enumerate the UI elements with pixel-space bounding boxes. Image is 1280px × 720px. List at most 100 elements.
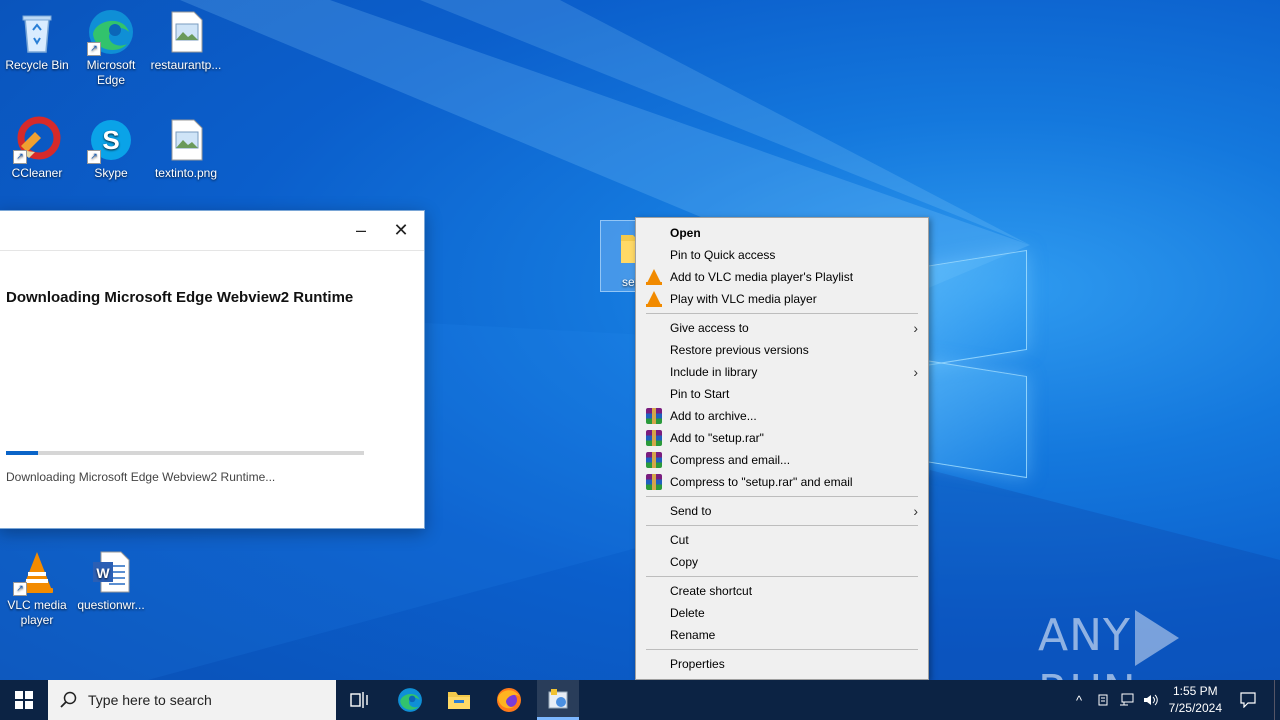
windows-start-icon: [15, 691, 33, 709]
desktop-icon-label: CCleaner: [11, 166, 63, 180]
menu-item-label: Include in library: [670, 365, 758, 379]
menu-separator: [646, 313, 918, 314]
skype-icon: S ↗: [87, 116, 135, 164]
start-button[interactable]: [0, 680, 48, 720]
desktop-icon-label: Microsoft Edge: [86, 58, 136, 87]
menu-item-open[interactable]: Open: [636, 222, 928, 244]
search-placeholder: Type here to search: [88, 692, 212, 708]
tray-app-icon[interactable]: [1092, 680, 1114, 720]
menu-separator: [646, 649, 918, 650]
menu-item-label: Cut: [670, 533, 689, 547]
menu-item-give-access-to[interactable]: Give access to ›: [636, 317, 928, 339]
taskbar-file-explorer-button[interactable]: [437, 680, 481, 720]
recycle-bin-icon: [13, 8, 61, 56]
menu-item-include-in-library[interactable]: Include in library ›: [636, 361, 928, 383]
menu-item-label: Pin to Quick access: [670, 248, 776, 262]
taskbar-edge-button[interactable]: [388, 680, 432, 720]
menu-item-add-to-archive[interactable]: Add to archive...: [636, 405, 928, 427]
menu-item-label: Open: [670, 226, 701, 240]
image-file-icon: [162, 116, 210, 164]
action-center-button[interactable]: [1236, 680, 1260, 720]
shortcut-arrow-icon: ↗: [87, 150, 101, 164]
vlc-icon: [646, 291, 662, 307]
menu-item-add-to-vlc-media-player-s-playlist[interactable]: Add to VLC media player's Playlist: [636, 266, 928, 288]
firefox-icon: [497, 688, 521, 712]
taskbar-clock[interactable]: 1:55 PM 7/25/2024: [1169, 683, 1222, 717]
desktop-icon-label: Skype: [94, 166, 128, 180]
shortcut-arrow-icon: ↗: [13, 582, 27, 596]
desktop-icon-label: questionwr...: [77, 598, 145, 612]
menu-item-label: Copy: [670, 555, 699, 569]
close-button[interactable]: ✕: [381, 211, 421, 250]
play-icon: [1134, 610, 1179, 666]
chevron-right-icon: ›: [913, 320, 918, 336]
volume-icon: [1144, 694, 1158, 706]
menu-item-rename[interactable]: Rename: [636, 624, 928, 646]
menu-item-restore-previous-versions[interactable]: Restore previous versions: [636, 339, 928, 361]
progress-fill: [6, 451, 39, 455]
desktop-icon-restaurant-file[interactable]: restaurantp...: [149, 8, 223, 73]
desktop-icon-label: textinto.png: [154, 166, 218, 180]
window-titlebar[interactable]: – ✕: [0, 211, 424, 251]
shortcut-arrow-icon: ↗: [87, 42, 101, 56]
show-hidden-icons-button[interactable]: ^: [1068, 680, 1090, 720]
word-document-icon: W: [87, 548, 135, 596]
desktop-icon-questionwr[interactable]: W questionwr...: [74, 548, 148, 613]
menu-item-pin-to-quick-access[interactable]: Pin to Quick access: [636, 244, 928, 266]
menu-item-delete[interactable]: Delete: [636, 602, 928, 624]
context-menu: Open Pin to Quick access Add to VLC media …: [635, 217, 929, 680]
menu-item-compress-to-setup-rar-and-email[interactable]: Compress to "setup.rar" and email: [636, 471, 928, 493]
menu-item-play-with-vlc-media-player[interactable]: Play with VLC media player: [636, 288, 928, 310]
menu-item-pin-to-start[interactable]: Pin to Start: [636, 383, 928, 405]
network-icon: [1120, 693, 1134, 706]
show-desktop-button[interactable]: [1274, 680, 1280, 720]
menu-item-cut[interactable]: Cut: [636, 529, 928, 551]
clock-time: 1:55 PM: [1172, 684, 1218, 698]
chevron-right-icon: ›: [913, 503, 918, 519]
menu-item-send-to[interactable]: Send to ›: [636, 500, 928, 522]
installer-app-icon: [548, 689, 568, 709]
menu-item-label: Pin to Start: [670, 387, 730, 401]
menu-item-label: Add to "setup.rar": [670, 431, 764, 445]
menu-item-create-shortcut[interactable]: Create shortcut: [636, 580, 928, 602]
edge-icon: [398, 688, 422, 712]
taskbar-installer-button[interactable]: [537, 680, 579, 720]
menu-item-properties[interactable]: Properties: [636, 653, 928, 675]
watermark-left: ANY: [1038, 610, 1131, 661]
desktop-icon-label: VLC media player: [7, 598, 67, 627]
taskbar-firefox-button[interactable]: [487, 680, 531, 720]
menu-item-compress-and-email[interactable]: Compress and email...: [636, 449, 928, 471]
svg-text:S: S: [102, 125, 119, 155]
installer-heading: Downloading Microsoft Edge Webview2 Runt…: [6, 289, 354, 306]
installer-status-text: Downloading Microsoft Edge Webview2 Runt…: [6, 470, 276, 484]
svg-text:W: W: [96, 565, 110, 581]
desktop-icon-textinto[interactable]: textinto.png: [149, 116, 223, 181]
menu-separator: [646, 576, 918, 577]
minimize-icon: –: [355, 220, 366, 240]
volume-button[interactable]: [1140, 680, 1162, 720]
menu-item-add-to-setup-rar[interactable]: Add to "setup.rar": [636, 427, 928, 449]
desktop-icon-skype[interactable]: S ↗ Skype: [74, 116, 148, 181]
close-icon: ✕: [393, 220, 409, 240]
notification-icon: [1240, 692, 1256, 708]
download-progress-bar: [6, 451, 364, 455]
task-view-button[interactable]: [338, 680, 382, 720]
menu-item-label: Compress and email...: [670, 453, 791, 467]
network-button[interactable]: [1116, 680, 1138, 720]
search-icon: [60, 691, 77, 708]
taskbar-search-box[interactable]: Type here to search: [48, 680, 336, 720]
minimize-button[interactable]: –: [341, 211, 381, 250]
menu-item-label: Add to VLC media player's Playlist: [670, 270, 854, 284]
menu-item-label: Restore previous versions: [670, 343, 809, 357]
menu-item-label: Properties: [670, 657, 725, 671]
menu-item-copy[interactable]: Copy: [636, 551, 928, 573]
menu-item-label: Give access to: [670, 321, 749, 335]
task-view-icon: [350, 692, 368, 708]
desktop-icon-ccleaner[interactable]: ↗ CCleaner: [0, 116, 74, 181]
ccleaner-icon: ↗: [13, 116, 61, 164]
desktop-icon-vlc[interactable]: ↗ VLC media player: [0, 548, 74, 628]
desktop-icon-edge[interactable]: ↗ Microsoft Edge: [74, 8, 148, 88]
desktop-icon-recycle-bin[interactable]: Recycle Bin: [0, 8, 74, 73]
winrar-icon: [646, 430, 662, 446]
chevron-right-icon: ›: [913, 364, 918, 380]
